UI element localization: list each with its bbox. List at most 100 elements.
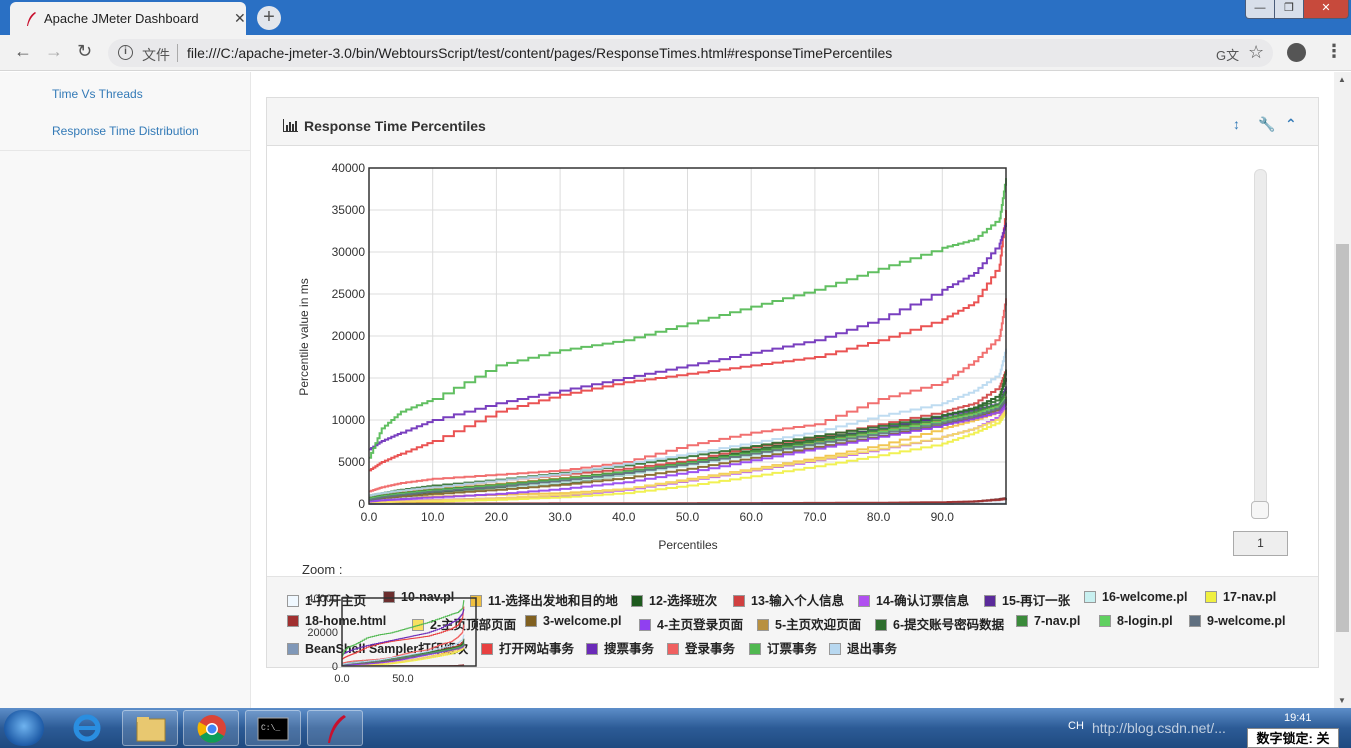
legend-item[interactable]: 17-nav.pl [1205,590,1276,604]
translate-icon[interactable]: G文 [1216,45,1239,64]
wrench-icon[interactable]: 🔧 [1258,116,1275,133]
window-close-button[interactable]: ✕ [1303,0,1349,19]
window-minimize-button[interactable]: — [1245,0,1275,19]
legend-item[interactable]: 12-选择班次 [631,590,717,609]
legend-item[interactable]: BeanShell Sampler打印班次 [287,638,468,657]
legend-item[interactable]: 9-welcome.pl [1189,614,1286,628]
legend-label: 17-nav.pl [1223,590,1277,604]
legend-item[interactable]: 13-输入个人信息 [733,590,844,609]
new-tab-button[interactable]: + [257,6,281,30]
legend-label: 退出事务 [847,642,898,656]
tray-language[interactable]: CH [1068,720,1084,732]
legend-item[interactable]: 登录事务 [667,638,735,657]
panel-heading: Response Time Percentiles ↕ 🔧 ⌃ [267,98,1318,146]
legend-item[interactable]: 1-打开主页 [287,590,366,609]
legend-swatch [639,619,651,631]
panel-title: Response Time Percentiles [304,118,486,134]
tray-clock[interactable]: 19:41 [1284,712,1312,724]
legend-swatch [1189,615,1201,627]
legend-item[interactable]: 6-提交账号密码数据 [875,614,1004,633]
browser-toolbar: ← → ↻ i 文件 file:///C:/apache-jmeter-3.0/… [0,35,1351,71]
legend-label: 14-确认订票信息 [876,594,970,608]
legend-item[interactable]: 16-welcome.pl [1084,590,1187,604]
url-text[interactable]: file:///C:/apache-jmeter-3.0/bin/Webtour… [187,45,892,61]
taskbar-chrome-icon[interactable] [183,710,239,746]
info-icon[interactable]: i [118,45,133,60]
legend-item[interactable]: 退出事务 [829,638,897,657]
window-maximize-button[interactable]: ❐ [1274,0,1304,19]
legend-swatch [287,643,299,655]
sidebar-item-time-vs-threads[interactable]: Time Vs Threads [52,87,143,101]
legend-item[interactable]: 4-主页登录页面 [639,614,743,633]
legend-swatch [586,643,598,655]
page-scrollbar[interactable]: ▲ ▼ [1334,72,1351,708]
legend-swatch [875,619,887,631]
legend-item[interactable]: 18-home.html [287,614,386,628]
legend-swatch [525,615,537,627]
legend-item[interactable]: 14-确认订票信息 [858,590,969,609]
legend-label: 订票事务 [767,642,818,656]
granularity-slider-track[interactable] [1254,169,1267,517]
legend-item[interactable]: 3-welcome.pl [525,614,622,628]
legend-label: 16-welcome.pl [1102,590,1188,604]
legend-label: 登录事务 [685,642,736,656]
legend-label: 18-home.html [305,614,387,628]
browser-menu-icon[interactable]: ⋮ [1325,41,1343,62]
legend-label: 5-主页欢迎页面 [775,618,862,632]
legend-label: 9-welcome.pl [1207,614,1286,628]
legend-label: 11-选择出发地和目的地 [488,594,618,608]
legend-item[interactable]: 2-主页顶部页面 [412,614,516,633]
scroll-up-icon[interactable]: ▲ [1338,75,1346,84]
overview-x-tick: 0.0 [334,673,349,685]
legend-item[interactable]: 搜票事务 [586,638,654,657]
svg-text:C:\_: C:\_ [261,724,280,733]
legend-label: 2-主页顶部页面 [430,618,517,632]
granularity-value[interactable]: 1 [1233,531,1288,556]
taskbar-jmeter-icon[interactable] [307,710,363,746]
browser-tab-strip: Apache JMeter Dashboard ✕ + — ❐ ✕ [0,0,1351,35]
taskbar-cmd-icon[interactable]: C:\_ [245,710,301,746]
legend-item[interactable]: 7-nav.pl [1016,614,1080,628]
scroll-down-icon[interactable]: ▼ [1338,696,1346,705]
forward-arrow-icon[interactable]: → [45,41,63,62]
legend-item[interactable]: 15-再订一张 [984,590,1070,609]
start-button-icon[interactable] [4,710,44,746]
legend-label: 15-再订一张 [1002,594,1071,608]
taskbar-explorer-icon[interactable] [122,710,178,746]
scrollbar-thumb[interactable] [1336,244,1349,632]
sidebar: Time Vs Threads Response Time Distributi… [0,72,251,710]
legend-label: 1-打开主页 [305,594,367,608]
sidebar-item-response-time-distribution[interactable]: Response Time Distribution [52,124,199,138]
browser-tab[interactable]: Apache JMeter Dashboard ✕ [10,2,246,35]
granularity-slider-handle[interactable] [1251,501,1269,519]
legend-item[interactable]: 订票事务 [749,638,817,657]
scheme-label: 文件 [142,47,170,63]
overview-x-tick: 50.0 [392,673,413,685]
legend-swatch [470,595,482,607]
bookmark-star-icon[interactable]: ☆ [1248,42,1264,63]
legend-swatch [1016,615,1028,627]
legend-label: 12-选择班次 [649,594,718,608]
legend-swatch [1084,591,1096,603]
chevron-up-icon[interactable]: ⌃ [1285,116,1297,133]
taskbar-ie-icon[interactable] [63,710,119,746]
legend-swatch [858,595,870,607]
legend-swatch [287,615,299,627]
bar-chart-icon [283,119,298,132]
legend-label: 4-主页登录页面 [657,618,744,632]
back-arrow-icon[interactable]: ← [14,41,32,62]
legend-swatch [749,643,761,655]
legend-item[interactable]: 8-login.pl [1099,614,1173,628]
tab-close-icon[interactable]: ✕ [234,10,246,27]
legend-item[interactable]: 10-nav.pl [383,590,454,604]
legend-label: 3-welcome.pl [543,614,622,628]
legend-item[interactable]: 11-选择出发地和目的地 [470,590,618,609]
address-bar[interactable]: i 文件 file:///C:/apache-jmeter-3.0/bin/We… [108,39,1273,67]
legend-label: 打开网站事务 [499,642,575,656]
resize-icon[interactable]: ↕ [1233,116,1240,132]
reload-icon[interactable]: ↻ [77,41,92,62]
legend-swatch [733,595,745,607]
profile-avatar-icon[interactable] [1287,43,1306,62]
legend-item[interactable]: 打开网站事务 [481,638,574,657]
legend-item[interactable]: 5-主页欢迎页面 [757,614,861,633]
